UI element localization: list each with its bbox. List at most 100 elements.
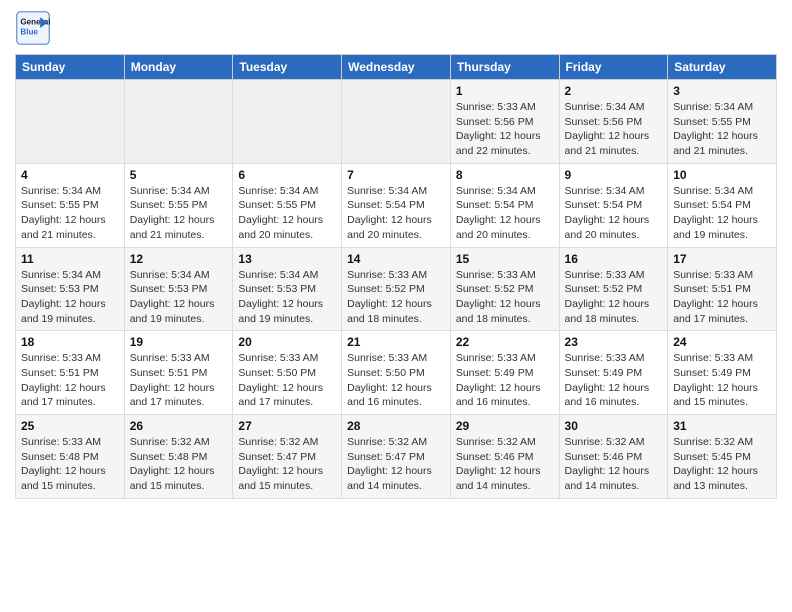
day-number: 6: [238, 168, 336, 182]
calendar-cell: [16, 80, 125, 164]
weekday-header-tuesday: Tuesday: [233, 55, 342, 80]
day-info: Sunrise: 5:33 AM Sunset: 5:52 PM Dayligh…: [456, 268, 554, 327]
day-number: 3: [673, 84, 771, 98]
day-number: 15: [456, 252, 554, 266]
calendar-cell: 7 Sunrise: 5:34 AM Sunset: 5:54 PM Daylig…: [342, 163, 451, 247]
day-number: 13: [238, 252, 336, 266]
day-info: Sunrise: 5:32 AM Sunset: 5:47 PM Dayligh…: [238, 435, 336, 494]
logo: General Blue: [15, 10, 51, 46]
weekday-header-thursday: Thursday: [450, 55, 559, 80]
day-number: 9: [565, 168, 663, 182]
day-number: 20: [238, 335, 336, 349]
calendar-cell: 21 Sunrise: 5:33 AM Sunset: 5:50 PM Dayli…: [342, 331, 451, 415]
weekday-header-monday: Monday: [124, 55, 233, 80]
day-number: 31: [673, 419, 771, 433]
day-number: 18: [21, 335, 119, 349]
calendar-cell: 14 Sunrise: 5:33 AM Sunset: 5:52 PM Dayli…: [342, 247, 451, 331]
calendar-cell: 18 Sunrise: 5:33 AM Sunset: 5:51 PM Dayli…: [16, 331, 125, 415]
calendar-cell: 13 Sunrise: 5:34 AM Sunset: 5:53 PM Dayli…: [233, 247, 342, 331]
day-number: 25: [21, 419, 119, 433]
day-number: 23: [565, 335, 663, 349]
calendar-cell: 4Sunrise: 5:34 AM Sunset: 5:55 PM Daylig…: [16, 163, 125, 247]
calendar-cell: 22 Sunrise: 5:33 AM Sunset: 5:49 PM Dayli…: [450, 331, 559, 415]
calendar-cell: 1Sunrise: 5:33 AM Sunset: 5:56 PM Daylig…: [450, 80, 559, 164]
calendar-cell: 20 Sunrise: 5:33 AM Sunset: 5:50 PM Dayli…: [233, 331, 342, 415]
day-info: Sunrise: 5:34 AM Sunset: 5:56 PM Dayligh…: [565, 100, 663, 159]
calendar-cell: 16 Sunrise: 5:33 AM Sunset: 5:52 PM Dayli…: [559, 247, 668, 331]
calendar-cell: 8Sunrise: 5:34 AM Sunset: 5:54 PM Daylig…: [450, 163, 559, 247]
day-info: Sunrise: 5:32 AM Sunset: 5:45 PM Dayligh…: [673, 435, 771, 494]
day-number: 27: [238, 419, 336, 433]
day-info: Sunrise: 5:33 AM Sunset: 5:50 PM Dayligh…: [347, 351, 445, 410]
calendar-week-row: 11 Sunrise: 5:34 AM Sunset: 5:53 PM Dayli…: [16, 247, 777, 331]
day-number: 22: [456, 335, 554, 349]
calendar-cell: [233, 80, 342, 164]
day-number: 24: [673, 335, 771, 349]
day-number: 28: [347, 419, 445, 433]
day-info: Sunrise: 5:34 AM Sunset: 5:54 PM Dayligh…: [673, 184, 771, 243]
calendar-header-row: SundayMondayTuesdayWednesdayThursdayFrid…: [16, 55, 777, 80]
day-info: Sunrise: 5:34 AM Sunset: 5:53 PM Dayligh…: [21, 268, 119, 327]
day-info: Sunrise: 5:34 AM Sunset: 5:54 PM Dayligh…: [456, 184, 554, 243]
calendar-cell: 19Sunrise: 5:33 AM Sunset: 5:51 PM Dayli…: [124, 331, 233, 415]
day-number: 12: [130, 252, 228, 266]
weekday-header-saturday: Saturday: [668, 55, 777, 80]
day-info: Sunrise: 5:32 AM Sunset: 5:48 PM Dayligh…: [130, 435, 228, 494]
day-number: 14: [347, 252, 445, 266]
page-header: General Blue: [15, 10, 777, 46]
calendar-table: SundayMondayTuesdayWednesdayThursdayFrid…: [15, 54, 777, 499]
day-info: Sunrise: 5:33 AM Sunset: 5:52 PM Dayligh…: [347, 268, 445, 327]
calendar-cell: [342, 80, 451, 164]
day-info: Sunrise: 5:32 AM Sunset: 5:46 PM Dayligh…: [565, 435, 663, 494]
calendar-week-row: 25Sunrise: 5:33 AM Sunset: 5:48 PM Dayli…: [16, 415, 777, 499]
calendar-cell: 12 Sunrise: 5:34 AM Sunset: 5:53 PM Dayli…: [124, 247, 233, 331]
day-number: 2: [565, 84, 663, 98]
calendar-cell: 27 Sunrise: 5:32 AM Sunset: 5:47 PM Dayli…: [233, 415, 342, 499]
calendar-week-row: 4Sunrise: 5:34 AM Sunset: 5:55 PM Daylig…: [16, 163, 777, 247]
calendar-cell: 3Sunrise: 5:34 AM Sunset: 5:55 PM Daylig…: [668, 80, 777, 164]
day-info: Sunrise: 5:34 AM Sunset: 5:55 PM Dayligh…: [130, 184, 228, 243]
day-info: Sunrise: 5:33 AM Sunset: 5:49 PM Dayligh…: [456, 351, 554, 410]
calendar-week-row: 18 Sunrise: 5:33 AM Sunset: 5:51 PM Dayli…: [16, 331, 777, 415]
weekday-header-friday: Friday: [559, 55, 668, 80]
calendar-cell: 29 Sunrise: 5:32 AM Sunset: 5:46 PM Dayli…: [450, 415, 559, 499]
day-number: 16: [565, 252, 663, 266]
day-info: Sunrise: 5:34 AM Sunset: 5:54 PM Dayligh…: [347, 184, 445, 243]
svg-text:Blue: Blue: [20, 27, 38, 36]
calendar-cell: 2 Sunrise: 5:34 AM Sunset: 5:56 PM Daylig…: [559, 80, 668, 164]
calendar-cell: 31 Sunrise: 5:32 AM Sunset: 5:45 PM Dayli…: [668, 415, 777, 499]
day-number: 17: [673, 252, 771, 266]
calendar-cell: 9Sunrise: 5:34 AM Sunset: 5:54 PM Daylig…: [559, 163, 668, 247]
day-number: 30: [565, 419, 663, 433]
day-info: Sunrise: 5:34 AM Sunset: 5:53 PM Dayligh…: [238, 268, 336, 327]
calendar-cell: 26 Sunrise: 5:32 AM Sunset: 5:48 PM Dayli…: [124, 415, 233, 499]
day-info: Sunrise: 5:33 AM Sunset: 5:50 PM Dayligh…: [238, 351, 336, 410]
day-info: Sunrise: 5:33 AM Sunset: 5:51 PM Dayligh…: [21, 351, 119, 410]
day-number: 26: [130, 419, 228, 433]
generalblue-logo-icon: General Blue: [15, 10, 51, 46]
day-info: Sunrise: 5:34 AM Sunset: 5:53 PM Dayligh…: [130, 268, 228, 327]
day-number: 29: [456, 419, 554, 433]
day-info: Sunrise: 5:33 AM Sunset: 5:51 PM Dayligh…: [130, 351, 228, 410]
calendar-cell: 24 Sunrise: 5:33 AM Sunset: 5:49 PM Dayli…: [668, 331, 777, 415]
calendar-cell: 30 Sunrise: 5:32 AM Sunset: 5:46 PM Dayli…: [559, 415, 668, 499]
calendar-cell: 6 Sunrise: 5:34 AM Sunset: 5:55 PM Daylig…: [233, 163, 342, 247]
day-number: 10: [673, 168, 771, 182]
day-number: 11: [21, 252, 119, 266]
day-info: Sunrise: 5:34 AM Sunset: 5:55 PM Dayligh…: [238, 184, 336, 243]
day-number: 21: [347, 335, 445, 349]
calendar-cell: 25Sunrise: 5:33 AM Sunset: 5:48 PM Dayli…: [16, 415, 125, 499]
day-info: Sunrise: 5:33 AM Sunset: 5:52 PM Dayligh…: [565, 268, 663, 327]
calendar-week-row: 1Sunrise: 5:33 AM Sunset: 5:56 PM Daylig…: [16, 80, 777, 164]
calendar-cell: 11 Sunrise: 5:34 AM Sunset: 5:53 PM Dayli…: [16, 247, 125, 331]
calendar-cell: 10 Sunrise: 5:34 AM Sunset: 5:54 PM Dayli…: [668, 163, 777, 247]
weekday-header-wednesday: Wednesday: [342, 55, 451, 80]
calendar-cell: [124, 80, 233, 164]
calendar-cell: 23Sunrise: 5:33 AM Sunset: 5:49 PM Dayli…: [559, 331, 668, 415]
calendar-cell: 17Sunrise: 5:33 AM Sunset: 5:51 PM Dayli…: [668, 247, 777, 331]
day-number: 7: [347, 168, 445, 182]
day-info: Sunrise: 5:33 AM Sunset: 5:49 PM Dayligh…: [673, 351, 771, 410]
day-info: Sunrise: 5:32 AM Sunset: 5:47 PM Dayligh…: [347, 435, 445, 494]
day-info: Sunrise: 5:32 AM Sunset: 5:46 PM Dayligh…: [456, 435, 554, 494]
day-info: Sunrise: 5:33 AM Sunset: 5:56 PM Dayligh…: [456, 100, 554, 159]
